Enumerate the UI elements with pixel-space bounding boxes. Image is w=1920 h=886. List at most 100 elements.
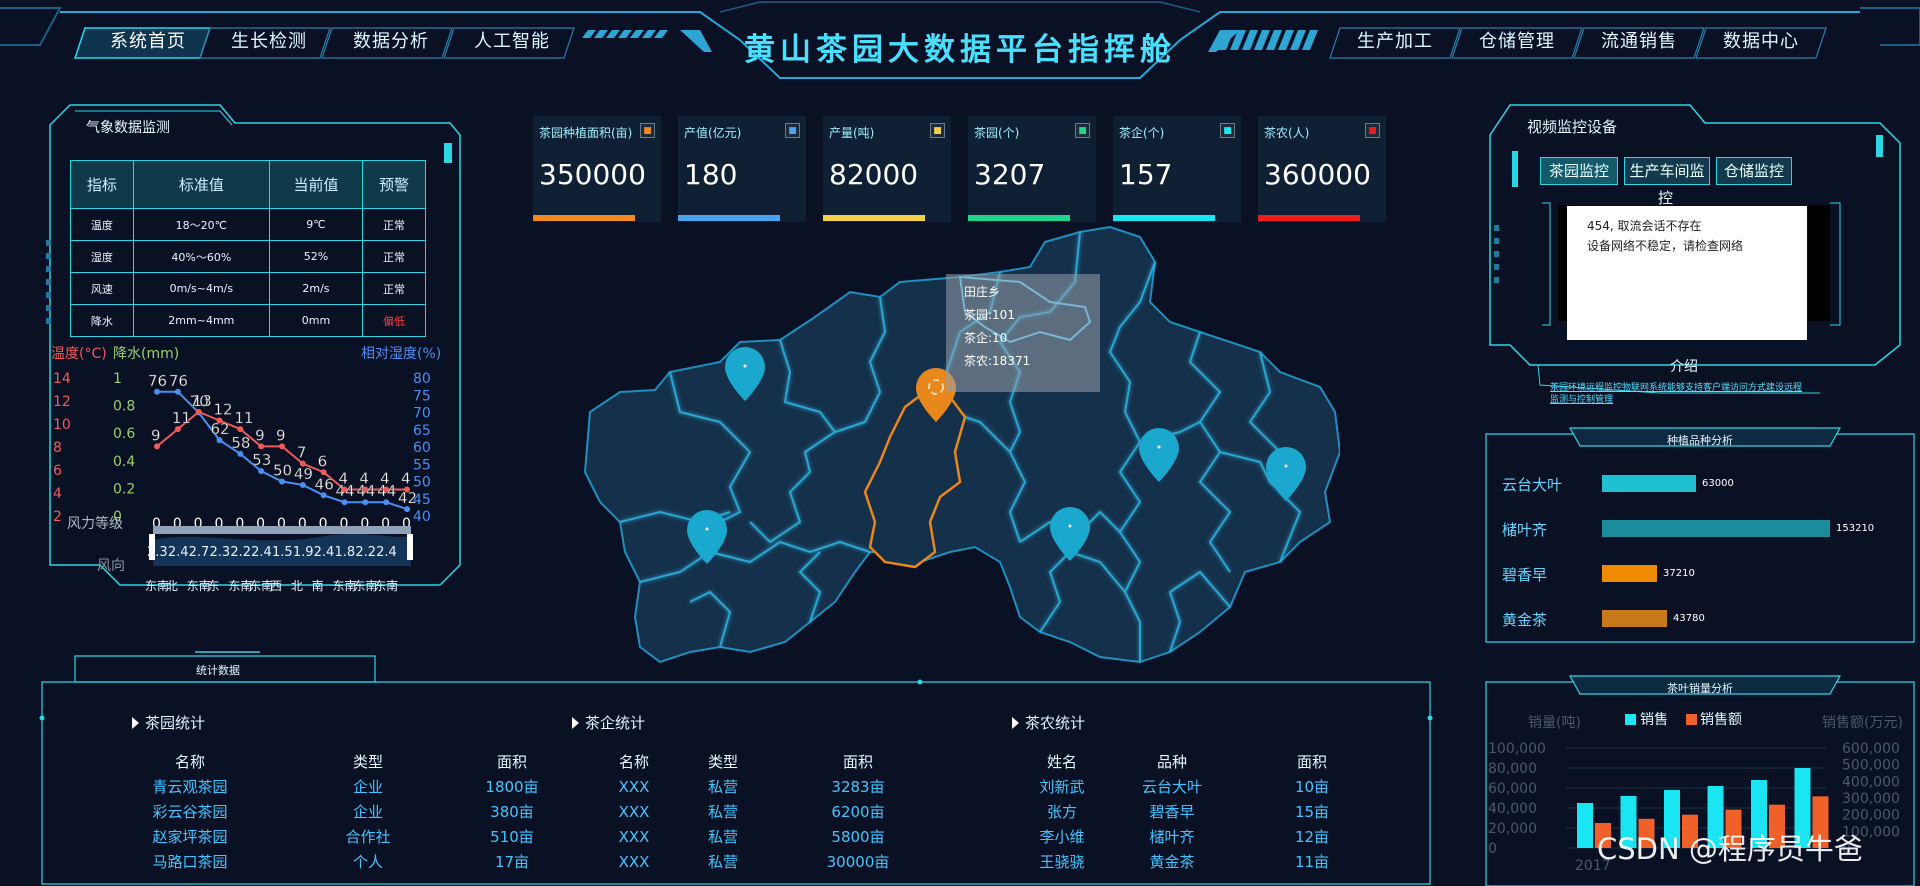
temp-label: 6 [318, 452, 328, 470]
variety-value: 37210 [1663, 568, 1695, 579]
temp-label: 13 [193, 392, 212, 410]
humidity-label: 46 [315, 475, 334, 493]
weather-table: 指标 标准值 当前值 预警 温度 18～20℃ 9℃ 正常 湿度 40%～60% 52% 正… [70, 160, 426, 337]
temp-tick: 2 [53, 509, 62, 525]
nav-tab-datacenter[interactable]: 数据中心 [1702, 26, 1820, 58]
table-cell: 6200亩 [831, 803, 885, 821]
kpi-icon-plant-icon: ■ [1075, 123, 1090, 138]
table-cell: 15亩 [1294, 803, 1330, 821]
video-player[interactable]: 454, 取流会话不存在 设备网络不稳定，请检查网络 [1567, 206, 1807, 340]
cell: 40%～60% [132, 240, 270, 273]
varieties-title: 种植品种分析 [1667, 434, 1733, 447]
intro-line: 茶园环境远程监控物联网系统能够支持客户端访问方式建设远程 [1550, 383, 1803, 393]
cell: 温度 [70, 208, 134, 241]
column-header: 类型 [707, 753, 738, 771]
temp-label: 9 [255, 426, 265, 444]
caret-right-icon [572, 717, 579, 729]
kpi-value: 157 [1119, 158, 1173, 191]
variety-bar [1602, 475, 1696, 492]
dashboard: 系统首页 生长检测 数据分析 人工智能 黄山茶园大数据平台指挥舱 生产加工 仓储… [0, 0, 1920, 886]
table-cell: 合作社 [345, 828, 391, 846]
temp-tick: 8 [53, 440, 62, 456]
temp-tick: 4 [53, 486, 62, 502]
humidity-tick: 55 [413, 457, 431, 473]
rain-tick: 0.6 [113, 426, 135, 442]
wind-dir: 北 [291, 579, 303, 593]
variety-bar [1602, 520, 1830, 537]
nav-tab-production[interactable]: 生产加工 [1336, 26, 1454, 58]
cell: 0mm [268, 304, 364, 337]
legend-revenue: 销售额 [1700, 712, 1742, 728]
kpi-accent-bar [533, 215, 635, 221]
nav-tab-home[interactable]: 系统首页 [89, 26, 207, 58]
wind-speed-label: 2.4 [251, 545, 272, 560]
variety-label: 槠叶齐 [1502, 521, 1548, 539]
page-title: 黄山茶园大数据平台指挥舱 [744, 32, 1176, 68]
temp-label: 11 [234, 409, 253, 427]
sales-yleft-tick: 60,000 [1488, 781, 1537, 797]
legend-revenue-swatch [1686, 714, 1697, 725]
rain-tick: 0.4 [113, 454, 135, 470]
variety-label: 云台大叶 [1502, 476, 1563, 494]
sales-yleft-tick: 20,000 [1488, 821, 1537, 837]
column-header: 面积 [1296, 753, 1327, 771]
column-header: 面积 [842, 753, 873, 771]
sales-yleft-tick: 40,000 [1488, 801, 1537, 817]
kpi-label: 产值(亿元) [684, 126, 742, 140]
cell: 18～20℃ [132, 208, 270, 241]
column-header: 品种 [1156, 753, 1187, 771]
cell: 正常 [362, 272, 426, 305]
legend-humidity: 相对湿度(%) [361, 346, 441, 362]
humidity-label: 76 [148, 372, 167, 390]
cell: 0m/s~4m/s [132, 272, 270, 305]
rain-tick: 1 [113, 371, 122, 387]
intro-line: 监测与控制管理 [1550, 395, 1614, 405]
col-indicator: 指标 [70, 160, 134, 209]
tab-workshop-monitor[interactable]: 生产车间监 [1624, 157, 1710, 185]
column-header: 类型 [352, 753, 383, 771]
section-label: 茶园统计 [145, 714, 206, 732]
table-cell: 11亩 [1294, 853, 1330, 871]
tab-garden-monitor[interactable]: 茶园监控 [1540, 157, 1618, 185]
cell: 湿度 [70, 240, 134, 273]
table-cell: 槠叶齐 [1149, 828, 1195, 846]
humidity-tick: 50 [413, 475, 431, 491]
kpi-card: 茶农(人) ■ 360000 [1258, 116, 1386, 222]
kpi-accent-bar [823, 215, 925, 221]
temp-label: 4 [359, 470, 369, 488]
variety-label: 黄金茶 [1502, 611, 1548, 629]
variety-value: 43780 [1673, 613, 1705, 624]
rain-tick: 0.2 [113, 481, 135, 497]
temp-label: 4 [380, 470, 390, 488]
variety-value: 63000 [1702, 478, 1734, 489]
nav-tab-growth[interactable]: 生长检测 [210, 26, 328, 58]
zoom-slider [153, 526, 411, 534]
wind-dir-label: 风向 [97, 558, 125, 574]
column-header: 名称 [174, 753, 205, 771]
temp-tick: 10 [53, 417, 71, 433]
nav-tab-ai[interactable]: 人工智能 [453, 26, 571, 58]
rain-tick: 0.8 [113, 399, 135, 415]
stats-column: 面积 3283亩 6200亩 5800亩 30000亩 [788, 750, 928, 875]
farmer-stats-title: 茶农统计 [1012, 712, 1085, 733]
wind-speed-label: 2.4 [314, 545, 335, 560]
stats-column: 名称 青云观茶园 彩云谷茶园 赵家坪茶园 马路口茶园 [120, 750, 260, 875]
wind-speed-label: 2.7 [189, 545, 210, 560]
caret-right-icon [132, 717, 139, 729]
kpi-card: 产值(亿元) ■ 180 [678, 116, 806, 222]
sales-yright-tick: 600,000 [1842, 741, 1900, 757]
nav-tab-analysis[interactable]: 数据分析 [332, 26, 450, 58]
table-cell: 个人 [352, 853, 383, 871]
temp-label: 7 [297, 444, 307, 462]
nav-tab-storage[interactable]: 仓储管理 [1458, 26, 1576, 58]
kpi-icon-farmer-icon: ■ [1365, 123, 1380, 138]
wind-dir: 东南 [374, 578, 398, 593]
temp-label: 11 [172, 409, 191, 427]
tab-storage-monitor[interactable]: 仓储监控 [1716, 157, 1792, 185]
kpi-value: 360000 [1264, 158, 1371, 191]
cell: 正常 [362, 240, 426, 273]
nav-tab-sales[interactable]: 流通销售 [1580, 26, 1698, 58]
kpi-accent-bar [1113, 215, 1215, 221]
wind-level-label: 风力等级 [67, 515, 123, 532]
wind-speed-label: 1.9 [293, 545, 314, 560]
